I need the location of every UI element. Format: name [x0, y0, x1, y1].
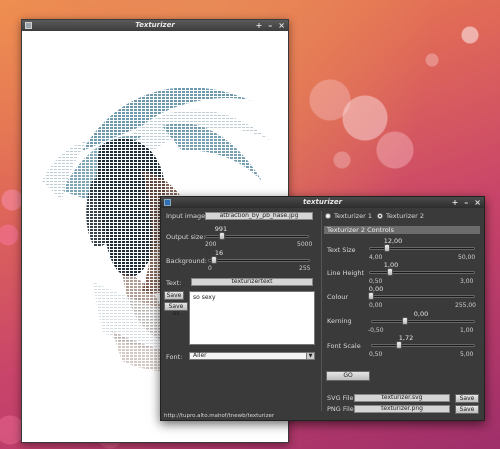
slider-knob[interactable]: [384, 244, 391, 252]
line-height-max: 3,00: [460, 278, 474, 285]
text-size-label: Text Size: [327, 246, 356, 254]
input-image-field[interactable]: attraction_by_pb_hase.jpg: [205, 212, 313, 220]
slider-knob[interactable]: [368, 292, 374, 300]
texturizer-window-title: texturizer: [302, 198, 343, 206]
line-height-label: Line Height: [327, 269, 365, 277]
texturizer-titlebar[interactable]: texturizer + – ×: [161, 197, 484, 208]
close-icon[interactable]: ×: [474, 197, 481, 208]
image-window-titlebar[interactable]: Texturizer + – ×: [22, 20, 288, 31]
slider-knob[interactable]: [211, 256, 218, 264]
line-height-slider[interactable]: [369, 268, 475, 276]
text-label: Text:: [166, 279, 182, 287]
colour-slider[interactable]: [368, 292, 475, 300]
background-value: 16: [214, 249, 224, 257]
text-size-value: 12,00: [383, 237, 403, 245]
colour-min: 0,00: [369, 302, 383, 309]
font-select-value: Ailer: [193, 352, 207, 359]
font-label: Font:: [166, 353, 183, 361]
slider-knob[interactable]: [387, 268, 394, 276]
close-icon[interactable]: ×: [278, 20, 285, 31]
kerning-label: Kerning: [327, 317, 352, 325]
background-min: 0: [208, 265, 212, 272]
slider-knob[interactable]: [396, 341, 403, 349]
save-as-button[interactable]: Save as: [164, 302, 188, 317]
background-max: 255: [299, 265, 311, 272]
text-size-min: 4,00: [369, 254, 383, 261]
background-slider[interactable]: [208, 256, 310, 264]
texturizer-1-label: Texturizer 1: [334, 212, 373, 220]
svg-file-field[interactable]: texturizer.svg: [354, 394, 450, 402]
svg-file-label: SVG File:: [327, 394, 356, 402]
save-svg-button[interactable]: Save: [455, 394, 479, 403]
text-area[interactable]: so sexy: [189, 291, 315, 345]
text-field[interactable]: texturizertext: [191, 278, 313, 286]
texturizer-2-radio[interactable]: [377, 213, 383, 219]
kerning-min: -0,50: [368, 327, 384, 334]
font-scale-label: Font Scale: [327, 342, 361, 350]
font-scale-min: 0,50: [369, 351, 383, 358]
colour-label: Colour: [327, 293, 349, 301]
texturizer-2-label: Texturizer 2: [386, 212, 425, 220]
png-file-label: PNG File:: [327, 405, 356, 413]
background-label: Background:: [166, 257, 207, 265]
minimize-icon[interactable]: +: [452, 197, 459, 208]
image-window-title: Texturizer: [135, 21, 175, 29]
go-button[interactable]: GO: [326, 371, 370, 381]
kerning-slider[interactable]: [371, 317, 475, 325]
app-icon: [164, 199, 171, 206]
font-scale-max: 5,00: [460, 351, 474, 358]
line-height-min: 0,50: [369, 278, 383, 285]
texturizer-1-radio[interactable]: [325, 213, 331, 219]
colour-value: 0,00: [368, 285, 384, 293]
output-size-max: 5000: [297, 241, 313, 248]
slider-knob[interactable]: [402, 317, 409, 325]
output-size-min: 200: [205, 241, 217, 248]
minimize-icon[interactable]: +: [256, 20, 263, 31]
save-png-button[interactable]: Save: [455, 405, 479, 414]
kerning-max: 1,00: [460, 327, 474, 334]
save-button[interactable]: Save: [164, 291, 184, 300]
maximize-icon[interactable]: –: [464, 197, 468, 208]
chevron-down-icon[interactable]: ▼: [306, 353, 314, 359]
font-scale-slider[interactable]: [371, 341, 475, 349]
section-title: Texturizer 2 Controls: [324, 226, 480, 234]
font-select[interactable]: Ailer ▼: [189, 352, 315, 360]
input-image-label: Input image: [166, 212, 206, 220]
texturizer-window: texturizer + – × Input image attraction_…: [160, 196, 485, 421]
app-icon: [25, 22, 32, 29]
png-file-field[interactable]: texturizer.png: [354, 405, 450, 413]
text-size-slider[interactable]: [369, 244, 475, 252]
slider-knob[interactable]: [218, 232, 225, 240]
colour-max: 255,00: [455, 302, 476, 309]
output-size-slider[interactable]: [205, 232, 309, 240]
status-url: http://tupro.alto.mahof/tnewb/texturizer: [164, 413, 275, 419]
output-size-label: Output size:: [166, 233, 206, 241]
kerning-value: 0,00: [413, 310, 429, 318]
text-size-max: 50,00: [458, 254, 476, 261]
maximize-icon[interactable]: –: [268, 20, 272, 31]
panel-divider: [321, 211, 322, 411]
